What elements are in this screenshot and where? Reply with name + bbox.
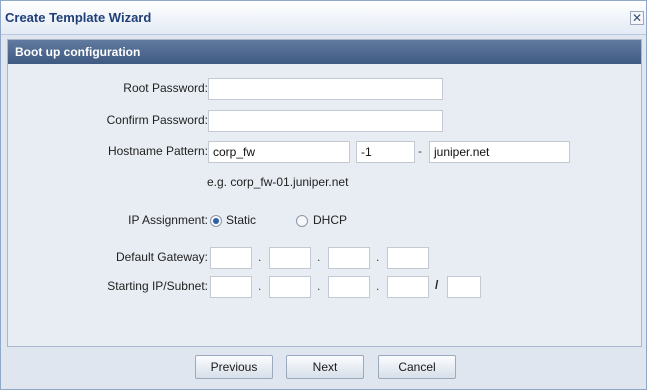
section-header: Boot up configuration xyxy=(8,40,641,64)
default-gateway-label: Default Gateway: xyxy=(115,250,208,264)
close-icon[interactable]: ✕ xyxy=(630,11,644,25)
starting-ip-octet-1[interactable] xyxy=(210,276,252,298)
hostname-suffix-input[interactable]: -1 xyxy=(356,141,415,163)
root-password-label: Root Password: xyxy=(123,81,208,95)
starting-ip-octet-3[interactable] xyxy=(328,276,370,298)
starting-ip-octet-2[interactable] xyxy=(269,276,311,298)
hostname-prefix-input[interactable]: corp_fw xyxy=(208,141,350,163)
section-title: Boot up configuration xyxy=(15,45,141,59)
confirm-password-label: Confirm Password: xyxy=(106,113,208,127)
dhcp-radio[interactable] xyxy=(296,215,308,227)
starting-ip-dot-2: . xyxy=(317,279,321,293)
gateway-octet-2[interactable] xyxy=(269,247,311,269)
root-password-input[interactable] xyxy=(208,78,443,100)
static-radio[interactable] xyxy=(210,215,222,227)
create-template-wizard-dialog: Create Template Wizard ✕ Boot up configu… xyxy=(0,0,647,390)
form-area: Root Password: Confirm Password: Hostnam… xyxy=(8,64,641,346)
subnet-slash: / xyxy=(435,278,439,292)
dialog-footer: Previous Next Cancel xyxy=(1,347,646,389)
gateway-octet-1[interactable] xyxy=(210,247,252,269)
cancel-button[interactable]: Cancel xyxy=(378,355,456,379)
gateway-dot-3: . xyxy=(376,250,380,264)
confirm-password-input[interactable] xyxy=(208,110,443,132)
boot-config-panel: Boot up configuration Root Password: Con… xyxy=(7,39,642,347)
previous-button[interactable]: Previous xyxy=(195,355,273,379)
starting-ip-dot-1: . xyxy=(258,279,262,293)
starting-ip-subnet-label: Starting IP/Subnet: xyxy=(107,279,208,293)
hostname-pattern-label: Hostname Pattern: xyxy=(107,144,208,158)
gateway-octet-4[interactable] xyxy=(387,247,429,269)
gateway-dot-2: . xyxy=(317,250,321,264)
next-button[interactable]: Next xyxy=(286,355,364,379)
hostname-example-text: e.g. corp_fw-01.juniper.net xyxy=(207,175,349,189)
gateway-dot-1: . xyxy=(258,250,262,264)
dhcp-radio-label: DHCP xyxy=(313,213,348,227)
dialog-title: Create Template Wizard xyxy=(5,10,152,25)
ip-assignment-label: IP Assignment: xyxy=(128,213,208,227)
static-radio-label: Static xyxy=(226,213,257,227)
starting-ip-dot-3: . xyxy=(376,279,380,293)
dialog-titlebar: Create Template Wizard ✕ xyxy=(1,1,646,35)
hostname-domain-input[interactable]: juniper.net xyxy=(429,141,570,163)
starting-ip-octet-4[interactable] xyxy=(387,276,429,298)
gateway-octet-3[interactable] xyxy=(328,247,370,269)
subnet-mask-input[interactable] xyxy=(447,276,481,298)
hostname-separator: - xyxy=(418,144,422,158)
